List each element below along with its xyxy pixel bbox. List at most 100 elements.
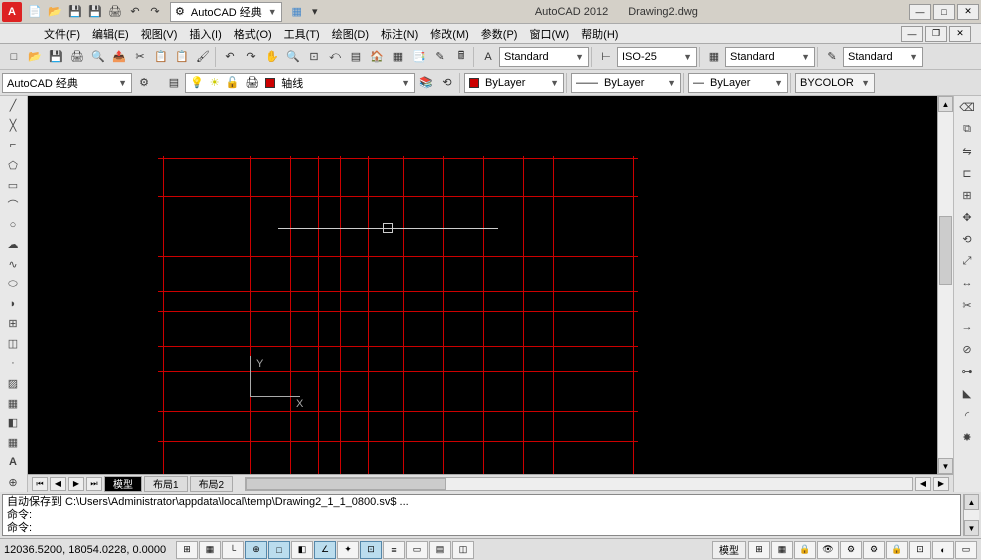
menu-file[interactable]: 文件(F)	[38, 24, 86, 44]
undo-tb-icon[interactable]: ↶	[220, 47, 240, 67]
toolpalette-icon[interactable]: ▦	[388, 47, 408, 67]
tab-layout2[interactable]: 布局2	[190, 476, 234, 492]
move-tool[interactable]: ✥	[956, 208, 978, 226]
polygon-tool[interactable]: ⬠	[2, 157, 24, 173]
menu-edit[interactable]: 编辑(E)	[86, 24, 135, 44]
mirror-tool[interactable]: ⇋	[956, 142, 978, 160]
coordinates-display[interactable]: 12036.5200, 18054.0228, 0.0000	[4, 544, 174, 556]
close-button[interactable]: ✕	[957, 4, 979, 20]
ortho-toggle[interactable]: └	[222, 541, 244, 559]
command-window[interactable]: 自动保存到 C:\Users\Administrator\appdata\loc…	[2, 494, 961, 536]
workspace-tb-selector[interactable]: AutoCAD 经典 ▼	[2, 73, 132, 93]
horizontal-scrollbar[interactable]	[245, 477, 913, 491]
lwt-toggle[interactable]: ≡	[383, 541, 405, 559]
save-icon[interactable]: 💾	[66, 3, 84, 21]
fillet-tool[interactable]: ◜	[956, 406, 978, 424]
match-icon[interactable]: 🖌	[193, 47, 213, 67]
layer-states-icon[interactable]: 📚	[416, 73, 436, 93]
extend-tool[interactable]: →	[956, 318, 978, 336]
save-file-icon[interactable]: 💾	[46, 47, 66, 67]
arc-tool[interactable]: ⌒	[2, 197, 24, 213]
menu-modify[interactable]: 修改(M)	[424, 24, 475, 44]
ellipse-tool[interactable]: ⬭	[2, 276, 24, 292]
trim-tool[interactable]: ✂	[956, 296, 978, 314]
maximize-button[interactable]: □	[933, 4, 955, 20]
otrack-toggle[interactable]: ∠	[314, 541, 336, 559]
cmd-input-line[interactable]: 命令:	[7, 522, 956, 535]
tab-layout1[interactable]: 布局1	[144, 476, 188, 492]
scroll-left-button[interactable]: ◀	[915, 477, 931, 491]
tablestyle-icon[interactable]: ▦	[704, 47, 724, 67]
menu-dimension[interactable]: 标注(N)	[375, 24, 424, 44]
polar-toggle[interactable]: ⊕	[245, 541, 267, 559]
zoom-rt-icon[interactable]: 🔍	[283, 47, 303, 67]
vertical-scrollbar[interactable]: ▲ ▼	[937, 96, 953, 474]
grid-apps-icon[interactable]: ▦	[288, 3, 306, 21]
mtext-tool[interactable]: A	[2, 455, 24, 471]
tab-prev-button[interactable]: ◀	[50, 477, 66, 491]
rotate-tool[interactable]: ⟲	[956, 230, 978, 248]
calc-icon[interactable]: 🖩	[451, 47, 471, 67]
open-file-icon[interactable]: 📂	[25, 47, 45, 67]
dyn-toggle[interactable]: ⊡	[360, 541, 382, 559]
spline-tool[interactable]: ∿	[2, 257, 24, 273]
cmd-scrollbar[interactable]: ▲ ▼	[963, 494, 979, 536]
layer-prev-icon[interactable]: ⟲	[437, 73, 457, 93]
new-file-icon[interactable]: □	[4, 47, 24, 67]
publish-icon[interactable]: 📤	[109, 47, 129, 67]
annoscale-icon[interactable]: 🔒	[794, 541, 816, 559]
revcloud-tool[interactable]: ☁	[2, 237, 24, 253]
print-icon[interactable]: 🖨	[106, 3, 124, 21]
dropdown-icon[interactable]: ▾	[306, 3, 324, 21]
insert-block-tool[interactable]: ⊞	[2, 316, 24, 332]
autoscale-icon[interactable]: ⚙	[840, 541, 862, 559]
scroll-down-button[interactable]: ▼	[938, 458, 953, 474]
isolate-icon[interactable]: ◐	[932, 541, 954, 559]
layer-selector[interactable]: 💡 ☀ 🔓 🖨 轴线 ▼	[185, 73, 415, 93]
copy-icon[interactable]: 📋	[151, 47, 171, 67]
pan-icon[interactable]: ✋	[262, 47, 282, 67]
cmd-scroll-up[interactable]: ▲	[964, 494, 979, 510]
ducs-toggle[interactable]: ✦	[337, 541, 359, 559]
qview-layouts-icon[interactable]: ⊞	[748, 541, 770, 559]
hardware-icon[interactable]: ⊡	[909, 541, 931, 559]
cmd-scroll-down[interactable]: ▼	[964, 520, 979, 536]
table-tool[interactable]: ▦	[2, 435, 24, 451]
join-tool[interactable]: ⊶	[956, 362, 978, 380]
tpy-toggle[interactable]: ▭	[406, 541, 428, 559]
zoom-prev-icon[interactable]: ⤺	[325, 47, 345, 67]
xline-tool[interactable]: ╳	[2, 118, 24, 134]
markup-icon[interactable]: ✎	[430, 47, 450, 67]
grid-toggle[interactable]: ▦	[199, 541, 221, 559]
linetype-selector[interactable]: —— ByLayer ▼	[571, 73, 681, 93]
mleaderstyle-icon[interactable]: ✎	[822, 47, 842, 67]
plotstyle-selector[interactable]: BYCOLOR ▼	[795, 73, 875, 93]
doc-restore-button[interactable]: ❐	[925, 26, 947, 42]
scale-tool[interactable]: ⤢	[956, 252, 978, 270]
sheetset-icon[interactable]: 📑	[409, 47, 429, 67]
open-icon[interactable]: 📂	[46, 3, 64, 21]
copy-tool[interactable]: ⧉	[956, 120, 978, 138]
make-block-tool[interactable]: ◫	[2, 336, 24, 352]
workspace-settings-icon[interactable]: ⚙	[134, 73, 154, 93]
array-tool[interactable]: ⊞	[956, 186, 978, 204]
qview-drawings-icon[interactable]: ▦	[771, 541, 793, 559]
snap-toggle[interactable]: ⊞	[176, 541, 198, 559]
modelspace-button[interactable]: 模型	[712, 541, 746, 559]
break-tool[interactable]: ⊘	[956, 340, 978, 358]
osnap-toggle[interactable]: □	[268, 541, 290, 559]
doc-minimize-button[interactable]: —	[901, 26, 923, 42]
qp-toggle[interactable]: ▤	[429, 541, 451, 559]
lineweight-selector[interactable]: — ByLayer ▼	[688, 73, 788, 93]
workspace-selector[interactable]: ⚙ AutoCAD 经典 ▼	[170, 2, 282, 22]
scroll-right-button[interactable]: ▶	[933, 477, 949, 491]
addselected-tool[interactable]: ⊕	[2, 474, 24, 490]
point-tool[interactable]: ·	[2, 356, 24, 372]
annovis-icon[interactable]: 👁	[817, 541, 839, 559]
properties-icon[interactable]: ▤	[346, 47, 366, 67]
gradient-tool[interactable]: ▦	[2, 395, 24, 411]
region-tool[interactable]: ◧	[2, 415, 24, 431]
dimstyle-selector[interactable]: ISO-25 ▼	[617, 47, 697, 67]
mleaderstyle-selector[interactable]: Standard ▼	[843, 47, 923, 67]
preview-icon[interactable]: 🔍	[88, 47, 108, 67]
